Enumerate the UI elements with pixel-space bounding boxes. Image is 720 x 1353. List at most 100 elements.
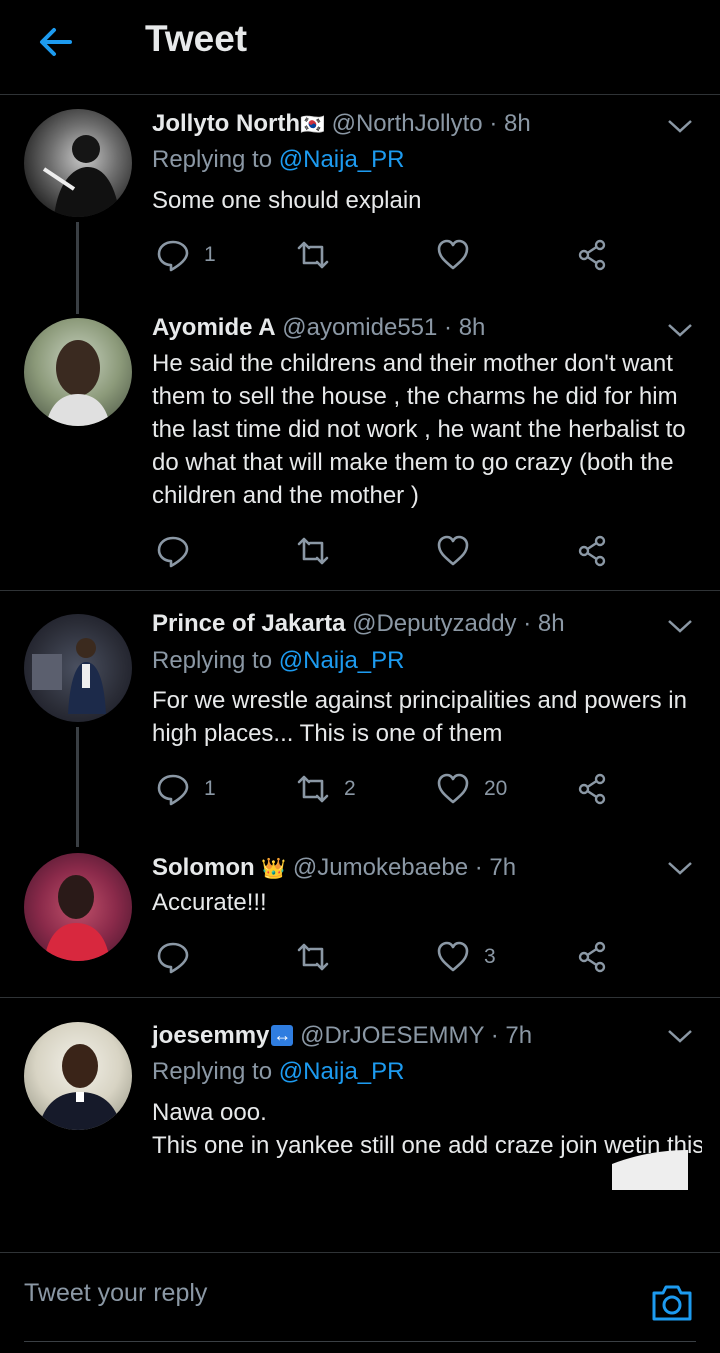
retweet-icon — [297, 775, 329, 803]
tweet-header: joesemmy ↔ @DrJOESEMMY · 7h — [152, 1022, 532, 1050]
user-handle[interactable]: @Jumokebaebe — [293, 854, 468, 881]
tweet-text: He said the childrens and their mother d… — [152, 350, 686, 509]
like-button[interactable]: 3 — [436, 937, 496, 977]
redaction-shape — [612, 1150, 688, 1190]
reply-button[interactable] — [156, 531, 204, 571]
heart-icon — [437, 239, 469, 270]
tweet-text: For we wrestle against principalities an… — [152, 687, 687, 747]
avatar[interactable] — [24, 614, 132, 722]
tweet-prince[interactable]: Prince of Jakarta @Deputyzaddy · 8h Repl… — [0, 596, 720, 847]
reply-count: 1 — [204, 243, 216, 266]
share-button[interactable] — [576, 937, 610, 977]
page-title: Tweet — [145, 18, 248, 59]
back-arrow-icon[interactable] — [36, 22, 76, 62]
input-underline — [24, 1341, 696, 1342]
like-count: 3 — [484, 945, 496, 968]
share-button[interactable] — [576, 769, 610, 809]
retweet-button[interactable] — [296, 531, 344, 571]
tweet-header: Ayomide A @ayomide551 · 8h — [152, 314, 485, 342]
divider — [0, 590, 720, 591]
share-icon — [578, 239, 606, 271]
retweet-button[interactable] — [296, 937, 344, 977]
tweet-actions: 1 2 20 — [152, 769, 622, 809]
reply-count: 1 — [204, 777, 216, 800]
display-name[interactable]: Jollyto North — [152, 110, 300, 137]
divider — [0, 997, 720, 998]
chevron-down-icon[interactable] — [666, 116, 694, 136]
top-bar: Tweet — [0, 0, 720, 95]
chevron-down-icon[interactable] — [666, 320, 694, 340]
replying-to: Replying to @Naija_PR — [152, 146, 405, 173]
tweet-header: Solomon 👑 @Jumokebaebe · 7h — [152, 854, 516, 882]
replying-to: Replying to @Naija_PR — [152, 1058, 405, 1085]
timestamp: · 8h — [489, 110, 531, 137]
retweet-icon — [297, 537, 329, 565]
mention-link[interactable]: @Naija_PR — [279, 647, 405, 674]
avatar-photo — [32, 638, 106, 714]
retweet-button[interactable] — [296, 235, 344, 275]
arrows-emoji: ↔ — [271, 1025, 294, 1046]
display-name[interactable]: joesemmy — [152, 1022, 269, 1049]
thread-line — [76, 727, 79, 847]
timestamp: · 7h — [490, 1022, 533, 1049]
tweet-header: Prince of Jakarta @Deputyzaddy · 8h — [152, 610, 565, 638]
avatar-photo — [42, 135, 120, 217]
share-button[interactable] — [576, 531, 610, 571]
timestamp: · 7h — [474, 854, 517, 881]
tweet-text: Accurate!!! — [152, 889, 267, 916]
like-button[interactable]: 20 — [436, 769, 507, 809]
timestamp: · 8h — [444, 314, 486, 341]
avatar[interactable] — [24, 853, 132, 961]
avatar[interactable] — [24, 1022, 132, 1130]
reply-icon — [157, 774, 189, 806]
tweet-text: Some one should explain — [152, 187, 422, 214]
reply-icon — [157, 942, 189, 974]
user-handle[interactable]: @NorthJollyto — [332, 110, 483, 137]
tweet-solomon[interactable]: Solomon 👑 @Jumokebaebe · 7h Accurate!!! … — [0, 840, 720, 996]
like-count: 20 — [484, 777, 508, 800]
replying-to: Replying to @Naija_PR — [152, 647, 405, 674]
retweet-count: 2 — [344, 777, 356, 800]
mention-link[interactable]: @Naija_PR — [279, 1058, 405, 1085]
share-icon — [578, 535, 606, 567]
heart-icon — [437, 941, 469, 972]
avatar[interactable] — [24, 109, 132, 217]
crown-emoji: 👑 — [261, 858, 287, 880]
reply-composer: Tweet your reply — [0, 1252, 720, 1353]
display-name[interactable]: Ayomide A — [152, 314, 276, 341]
tweet-actions: 3 — [152, 937, 622, 977]
chevron-down-icon[interactable] — [666, 858, 694, 878]
display-name[interactable]: Prince of Jakarta — [152, 610, 345, 637]
reply-button[interactable] — [156, 937, 204, 977]
reply-icon — [157, 240, 189, 272]
user-handle[interactable]: @DrJOESEMMY — [300, 1022, 484, 1049]
user-handle[interactable]: @Deputyzaddy — [352, 610, 516, 637]
reply-input[interactable]: Tweet your reply — [24, 1279, 624, 1308]
reply-icon — [157, 536, 189, 568]
avatar-photo — [38, 1044, 122, 1130]
like-button[interactable] — [436, 235, 484, 275]
avatar[interactable] — [24, 318, 132, 426]
like-button[interactable] — [436, 531, 484, 571]
user-handle[interactable]: @ayomide551 — [282, 314, 437, 341]
timestamp: · 8h — [523, 610, 565, 637]
chevron-down-icon[interactable] — [666, 1026, 694, 1046]
retweet-icon — [297, 943, 329, 971]
tweet-actions: 1 — [152, 235, 622, 275]
tweet-jollyto[interactable]: Jollyto North🇰🇷 @NorthJollyto · 8h Reply… — [0, 96, 720, 314]
flag-emoji: 🇰🇷 — [300, 114, 325, 136]
tweet-joesemmy[interactable]: joesemmy ↔ @DrJOESEMMY · 7h Replying to @… — [0, 1008, 720, 1252]
reply-button[interactable]: 1 — [156, 235, 216, 275]
avatar-photo — [44, 875, 110, 961]
retweet-button[interactable]: 2 — [296, 769, 356, 809]
tweet-text-line: Nawa ooo. — [152, 1099, 267, 1126]
camera-icon[interactable] — [650, 1283, 694, 1323]
reply-button[interactable]: 1 — [156, 769, 216, 809]
mention-link[interactable]: @Naija_PR — [279, 146, 405, 173]
share-icon — [578, 773, 606, 805]
tweet-ayomide[interactable]: Ayomide A @ayomide551 · 8h He said the c… — [0, 300, 720, 590]
chevron-down-icon[interactable] — [666, 616, 694, 636]
share-button[interactable] — [576, 235, 610, 275]
display-name[interactable]: Solomon — [152, 854, 255, 881]
heart-icon — [437, 773, 469, 804]
